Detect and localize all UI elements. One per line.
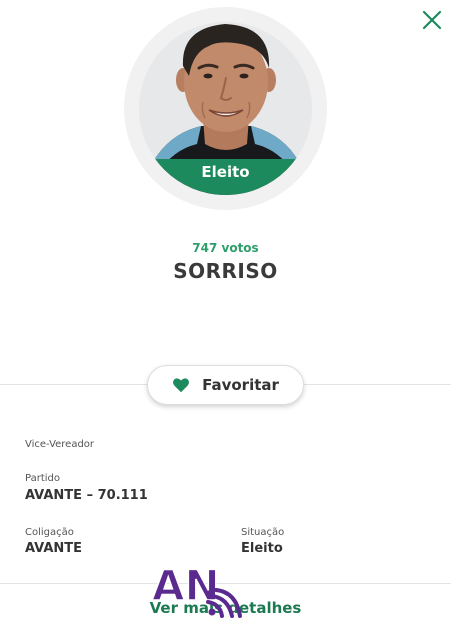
role-label: Vice-Vereador bbox=[25, 439, 95, 450]
candidate-card: Eleito 747 votos SORRISO Favoritar Vice-… bbox=[0, 0, 455, 629]
coalition-label: Coligação bbox=[25, 527, 74, 538]
status-label: Situação bbox=[241, 527, 285, 538]
candidate-name: SORRISO bbox=[173, 259, 278, 283]
favorite-label: Favoritar bbox=[202, 376, 279, 394]
avatar: Eleito bbox=[139, 22, 312, 195]
party-value: AVANTE – 70.111 bbox=[25, 488, 148, 503]
status-value: Eleito bbox=[241, 541, 283, 556]
coalition-value: AVANTE bbox=[25, 541, 83, 556]
close-button[interactable] bbox=[420, 8, 444, 32]
elected-badge: Eleito bbox=[139, 159, 312, 195]
favorite-button[interactable]: Favoritar bbox=[147, 365, 304, 405]
watermark-logo: AN bbox=[151, 560, 242, 618]
party-label: Partido bbox=[25, 473, 60, 484]
heart-icon bbox=[173, 378, 190, 393]
vote-count: 747 votos bbox=[192, 241, 259, 255]
close-icon bbox=[422, 10, 442, 30]
